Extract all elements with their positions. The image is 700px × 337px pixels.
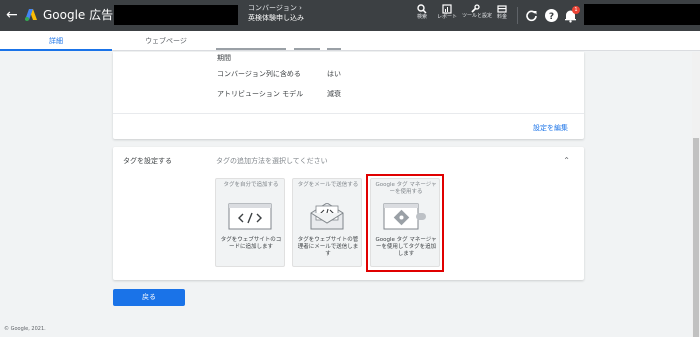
- redacted-account-block: [114, 5, 238, 25]
- breadcrumb-current: 英検体験申し込み: [248, 14, 304, 22]
- billing-icon: [497, 5, 507, 13]
- setting-label-period: 期間: [217, 54, 231, 62]
- option-title: タグを自分で追加する: [223, 182, 279, 188]
- tag-setup-title: タグを設定する: [123, 157, 172, 165]
- tag-setup-subtitle: タグの追加方法を選択してください: [216, 157, 328, 165]
- setting-value-attribution-model: 減衰: [327, 90, 341, 98]
- setting-label-attribution-model: アトリビューション モデル: [217, 90, 304, 98]
- tag-setup-card: タグを設定する タグの追加方法を選択してください ⌃ タグを自分で追加する タグ…: [113, 147, 584, 280]
- search-tool[interactable]: 検索: [409, 3, 435, 29]
- breadcrumb-parent[interactable]: コンバージョン ›: [248, 4, 302, 13]
- code-window-icon: [228, 203, 272, 230]
- edit-settings-link[interactable]: 設定を編集: [533, 124, 568, 133]
- conversion-settings-card: 期間 コンバージョン列に含める はい アトリビューション モデル 減衰 設定を編…: [113, 48, 584, 139]
- toolbar-divider: [517, 7, 518, 24]
- option-description: タグをウェブサイトの管理者にメールで送信します: [297, 237, 359, 257]
- setting-label-include-in-conversions: コンバージョン列に含める: [217, 70, 301, 78]
- selection-highlight-box: [366, 174, 444, 272]
- refresh-icon[interactable]: [524, 8, 539, 23]
- scrollbar-thumb[interactable]: [693, 138, 699, 337]
- page-scrollbar[interactable]: [692, 52, 700, 337]
- billing-tool[interactable]: 料金: [489, 3, 515, 29]
- clipped-text-row: [216, 48, 341, 50]
- help-icon[interactable]: ?: [544, 8, 559, 23]
- brand-name[interactable]: Google 広告: [43, 7, 113, 23]
- svg-text:?: ?: [549, 12, 554, 22]
- tab-webpage[interactable]: ウェブページ: [112, 31, 220, 51]
- option-description: タグをウェブサイトのコードに追加します: [220, 237, 282, 250]
- top-app-bar: ← Google 広告 コンバージョン › 英検体験申し込み 検索 レポート ツ…: [0, 0, 700, 31]
- setting-value-include-in-conversions: はい: [327, 70, 341, 78]
- back-arrow-icon[interactable]: ←: [6, 7, 20, 23]
- reports-tool[interactable]: レポート: [434, 3, 460, 29]
- option-email-tag[interactable]: タグをメールで送信する タグをウェブサイトの管理者にメールで送信します: [292, 178, 362, 267]
- notification-count-badge: 1: [572, 6, 580, 14]
- tools-tool-label: ツールと設定: [462, 13, 493, 19]
- option-install-yourself[interactable]: タグを自分で追加する タグをウェブサイトのコードに追加します: [215, 178, 285, 267]
- billing-tool-label: 料金: [496, 14, 507, 20]
- email-code-icon: [310, 203, 344, 230]
- tab-details[interactable]: 詳細: [0, 31, 112, 51]
- back-button[interactable]: 戻る: [113, 289, 185, 306]
- copyright-footer: © Google, 2021.: [4, 326, 46, 332]
- reports-tool-label: レポート: [436, 14, 457, 20]
- card-divider: [113, 113, 584, 114]
- redacted-user-block: [584, 4, 700, 25]
- google-ads-logo-icon: [25, 9, 37, 21]
- search-icon: [417, 4, 427, 14]
- reports-icon: [442, 4, 452, 14]
- option-title: タグをメールで送信する: [297, 182, 359, 188]
- tools-settings-tool[interactable]: ツールと設定: [462, 3, 493, 29]
- collapse-chevron-icon[interactable]: ⌃: [563, 156, 570, 165]
- search-tool-label: 検索: [416, 14, 427, 20]
